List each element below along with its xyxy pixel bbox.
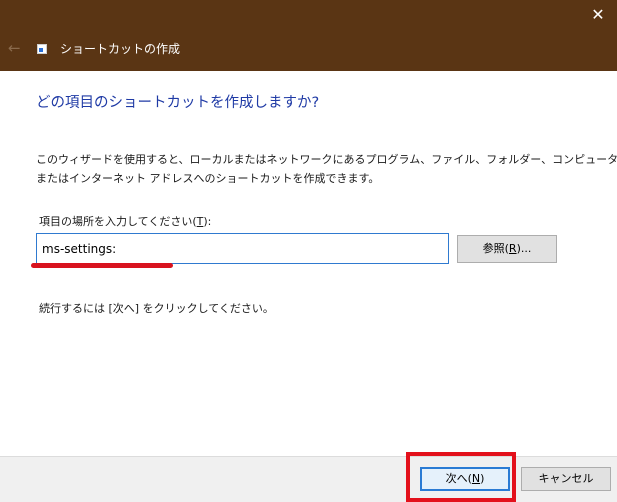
create-shortcut-window: ✕ ← ショートカットの作成 どの項目のショートカットを作成しますか? このウィ… xyxy=(0,0,617,502)
window-title: ショートカットの作成 xyxy=(60,42,181,56)
back-arrow-icon[interactable]: ← xyxy=(8,40,24,56)
description: このウィザードを使用すると、ローカルまたはネットワークにあるプログラム、ファイル… xyxy=(36,150,617,188)
annotation-underline xyxy=(31,263,173,268)
browse-label-suffix: )... xyxy=(516,242,532,255)
shortcut-icon xyxy=(37,44,47,54)
page-heading: どの項目のショートカットを作成しますか? xyxy=(36,95,320,111)
instruction-text: 続行するには [次へ] をクリックしてください。 xyxy=(39,302,274,315)
description-line-2: またはインターネット アドレスへのショートカットを作成できます。 xyxy=(36,172,380,185)
location-input[interactable] xyxy=(36,233,449,264)
cancel-button[interactable]: キャンセル xyxy=(521,467,611,491)
title-bar: ✕ ← ショートカットの作成 xyxy=(0,0,617,71)
location-label-text: 項目の場所を入力してください( xyxy=(39,215,197,228)
location-label-suffix: ): xyxy=(203,215,212,228)
browse-label-accesskey: R xyxy=(508,242,517,255)
annotation-highlight-box xyxy=(406,452,516,502)
location-label: 項目の場所を入力してください(T): xyxy=(39,214,211,230)
description-line-1: このウィザードを使用すると、ローカルまたはネットワークにあるプログラム、ファイル… xyxy=(36,153,617,166)
close-icon[interactable]: ✕ xyxy=(587,4,609,26)
browse-label-text: 参照( xyxy=(482,242,509,255)
browse-button[interactable]: 参照(R)... xyxy=(457,235,557,263)
